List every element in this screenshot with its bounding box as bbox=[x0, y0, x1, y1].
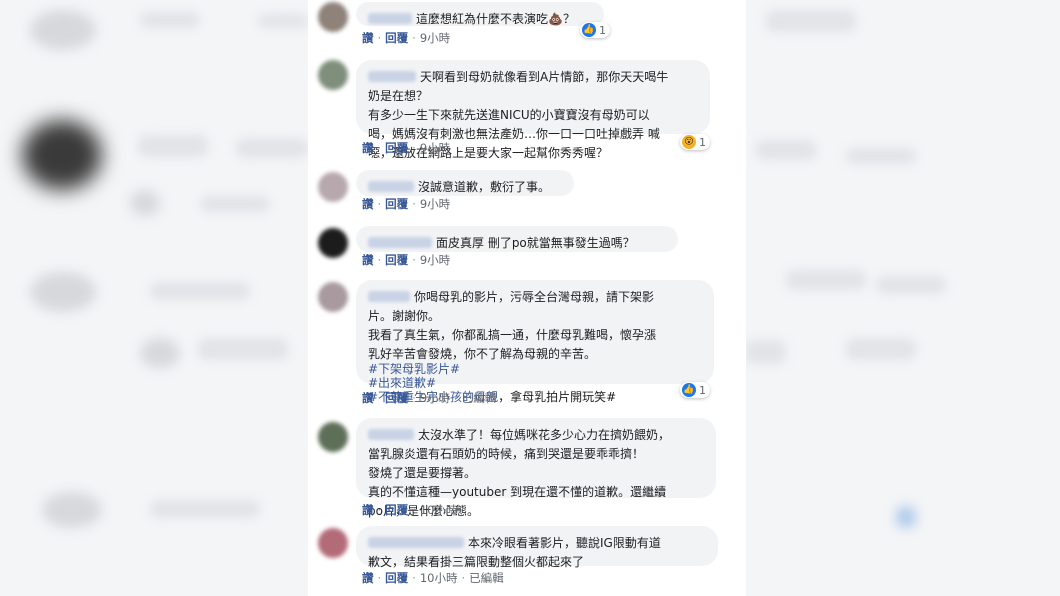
like-button[interactable]: 讚 bbox=[362, 391, 374, 405]
wow-reaction-icon: 😮 bbox=[682, 135, 696, 149]
timestamp[interactable]: 9小時 bbox=[420, 253, 450, 267]
like-button[interactable]: 讚 bbox=[362, 141, 374, 155]
timestamp[interactable]: 9小時 bbox=[420, 197, 450, 211]
comment-actions: 讚 · 回覆 · 9小時 bbox=[362, 141, 451, 155]
avatar[interactable] bbox=[318, 528, 348, 558]
timestamp[interactable]: 9小時 bbox=[420, 391, 450, 405]
comment-bubble: 本來冷眼看著影片，聽說IG限動有道 歉文，結果看掛三篇限動整個火都起來了 bbox=[356, 526, 718, 569]
reply-button[interactable]: 回覆 bbox=[385, 31, 408, 45]
reply-button[interactable]: 回覆 bbox=[385, 141, 408, 155]
hashtag-tail: ，拿母乳拍片開玩笑# bbox=[498, 390, 617, 404]
commenter-name[interactable] bbox=[368, 429, 414, 440]
comment-actions: 讚 · 回覆 · 9小時 · 已編輯 bbox=[362, 391, 497, 405]
like-button[interactable]: 讚 bbox=[362, 503, 374, 517]
like-button[interactable]: 讚 bbox=[362, 31, 374, 45]
comment-text: 這麼想紅為什麼不表演吃💩？ bbox=[416, 12, 575, 26]
avatar[interactable] bbox=[318, 2, 348, 32]
edited-label[interactable]: 已編輯 bbox=[469, 571, 504, 585]
timestamp[interactable]: 10小時 bbox=[420, 503, 458, 517]
left-blurred-panel bbox=[0, 0, 308, 596]
hashtag-link[interactable]: #出來道歉# bbox=[368, 376, 702, 390]
comment-bubble: 這麼想紅為什麼不表演吃💩？ bbox=[356, 2, 604, 26]
reply-button[interactable]: 回覆 bbox=[385, 503, 408, 517]
timestamp[interactable]: 10小時 bbox=[420, 571, 458, 585]
commenter-name[interactable] bbox=[368, 237, 432, 248]
comment-bubble: 天啊看到母奶就像看到A片情節，那你天天喝牛 奶是在想？ 有多少一生下來就先送進N… bbox=[356, 60, 710, 160]
timestamp[interactable]: 9小時 bbox=[420, 141, 450, 155]
timestamp[interactable]: 9小時 bbox=[420, 31, 450, 45]
reply-button[interactable]: 回覆 bbox=[385, 391, 408, 405]
comment-actions: 讚 · 回覆 · 10小時 · 已編輯 bbox=[362, 571, 504, 585]
comment-actions: 讚 · 回覆 · 9小時 bbox=[362, 253, 451, 267]
commenter-name[interactable] bbox=[368, 537, 464, 548]
like-button[interactable]: 讚 bbox=[362, 571, 374, 585]
hashtag-link[interactable]: #下架母乳影片# bbox=[368, 362, 702, 376]
edited-label[interactable]: 已編輯 bbox=[462, 391, 497, 405]
like-button[interactable]: 讚 bbox=[362, 253, 374, 267]
commenter-name[interactable] bbox=[368, 71, 416, 82]
avatar[interactable] bbox=[318, 60, 348, 90]
comment-bubble: 太沒水準了！每位媽咪花多少心力在擠奶餵奶， 當乳腺炎還有石頭奶的時候，痛到哭還是… bbox=[356, 418, 716, 518]
comment-actions: 讚 · 回覆 · 9小時 bbox=[362, 31, 451, 45]
reaction-count[interactable]: 😮 1 bbox=[680, 134, 710, 150]
like-reaction-icon: 👍 bbox=[582, 23, 596, 37]
commenter-name[interactable] bbox=[368, 13, 412, 24]
reply-button[interactable]: 回覆 bbox=[385, 253, 408, 267]
comment-text: 沒誠意道歉，敷衍了事。 bbox=[418, 180, 551, 194]
comment-text: 面皮真厚 刪了po就當無事發生過嗎？ bbox=[436, 236, 635, 250]
commenter-name[interactable] bbox=[368, 291, 410, 302]
comment-bubble: 你喝母乳的影片，污辱全台灣母親，請下架影 片。謝謝你。 我看了真生氣，你都亂搞一… bbox=[356, 280, 714, 404]
comment-actions: 讚 · 回覆 · 10小時 bbox=[362, 503, 458, 517]
right-blurred-panel bbox=[746, 0, 1060, 596]
comment-text: 你喝母乳的影片，污辱全台灣母親，請下架影 片。謝謝你。 我看了真生氣，你都亂搞一… bbox=[368, 290, 657, 361]
reply-button[interactable]: 回覆 bbox=[385, 197, 408, 211]
reaction-count[interactable]: 👍 1 bbox=[680, 382, 710, 398]
avatar[interactable] bbox=[318, 282, 348, 312]
like-reaction-icon: 👍 bbox=[682, 383, 696, 397]
reply-button[interactable]: 回覆 bbox=[385, 571, 408, 585]
avatar[interactable] bbox=[318, 422, 348, 452]
reaction-count[interactable]: 👍 1 bbox=[580, 22, 610, 38]
avatar[interactable] bbox=[318, 228, 348, 258]
comment-bubble: 面皮真厚 刪了po就當無事發生過嗎？ bbox=[356, 226, 678, 252]
comment-bubble: 沒誠意道歉，敷衍了事。 bbox=[356, 170, 574, 196]
comment-thread: 這麼想紅為什麼不表演吃💩？ 👍 1 讚 · 回覆 · 9小時 天啊看到母奶就像看到A片情節… bbox=[308, 0, 746, 596]
avatar[interactable] bbox=[318, 172, 348, 202]
commenter-name[interactable] bbox=[368, 181, 414, 192]
comment-actions: 讚 · 回覆 · 9小時 bbox=[362, 197, 451, 211]
like-button[interactable]: 讚 bbox=[362, 197, 374, 211]
